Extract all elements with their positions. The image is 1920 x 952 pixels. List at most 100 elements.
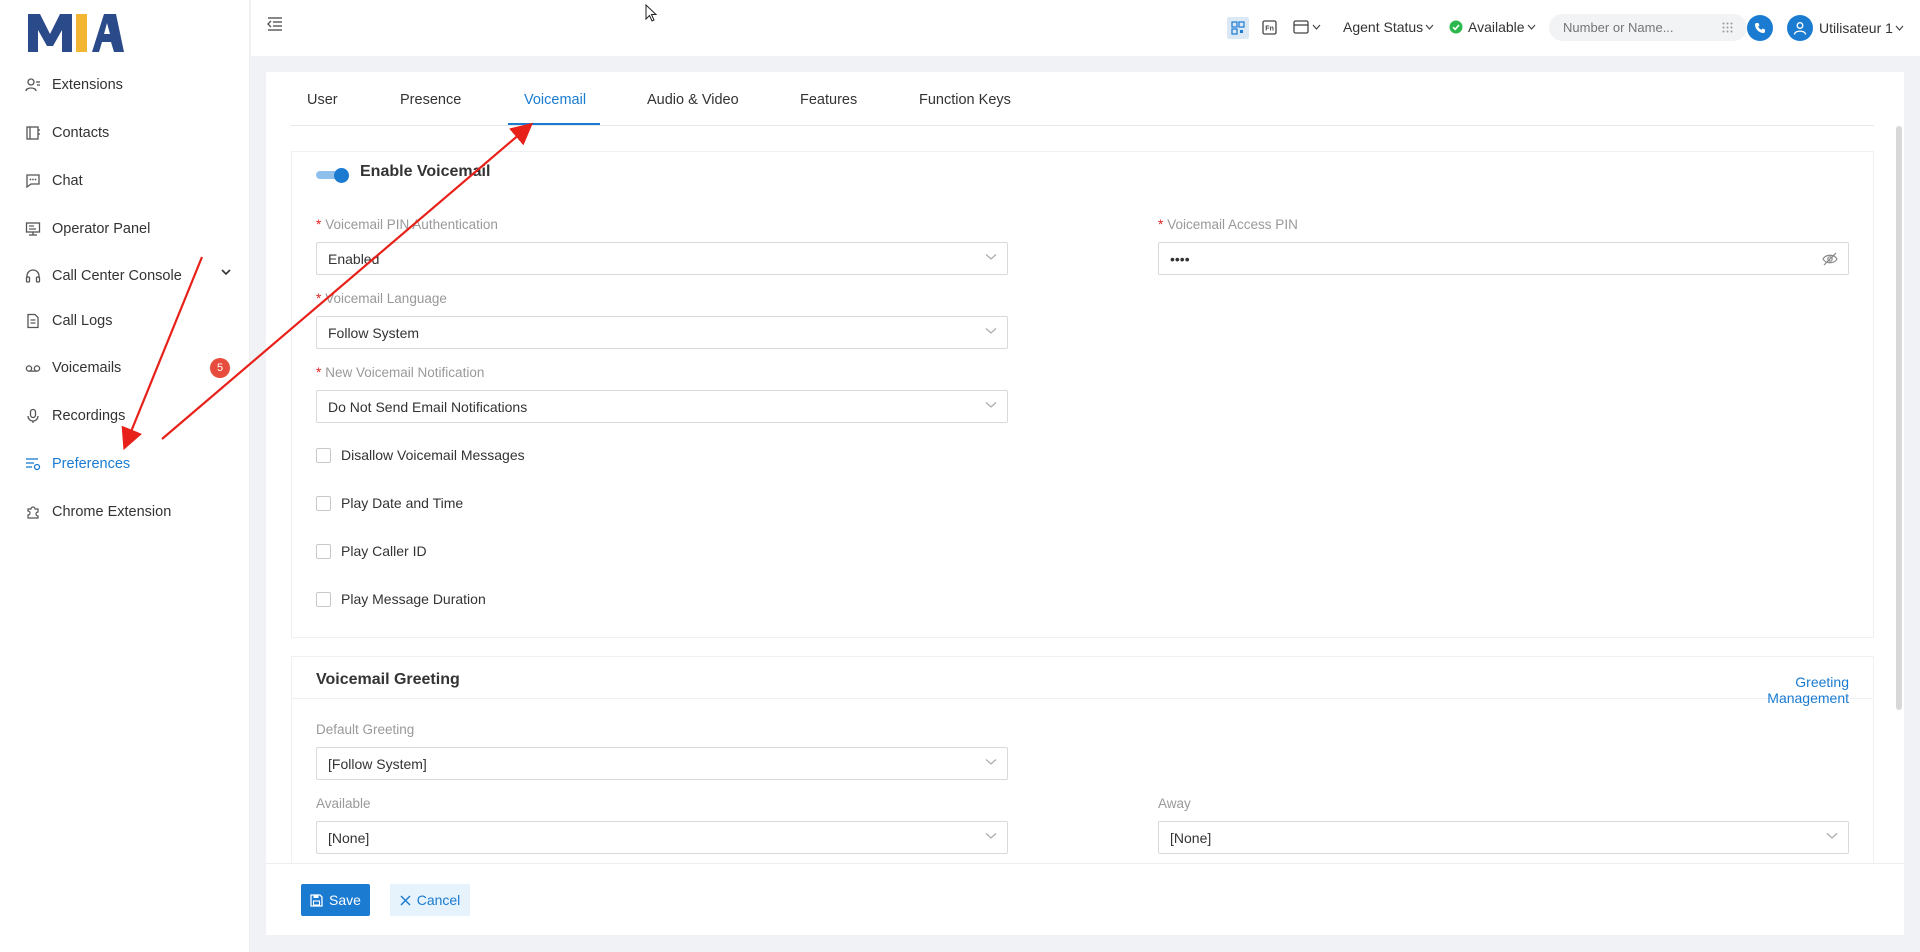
access-pin-field[interactable]: •••• [1158, 242, 1849, 275]
call-button[interactable] [1747, 15, 1773, 41]
active-tab-indicator [508, 123, 600, 125]
puzzle-icon [25, 504, 41, 520]
access-pin-label: * Voicemail Access PIN [1158, 217, 1298, 232]
chevron-down-icon [985, 254, 997, 260]
form-footer [266, 863, 1904, 935]
language-value: Follow System [328, 324, 420, 341]
disallow-messages-checkbox[interactable]: Disallow Voicemail Messages [316, 447, 525, 463]
top-bar: Fn Agent Status Available Utilisateur 1 [251, 0, 1920, 56]
available-greeting-select[interactable]: [None] [316, 821, 1008, 854]
save-disk-icon [310, 893, 323, 907]
sidebar-item-operator-panel[interactable]: Operator Panel [25, 218, 150, 240]
default-greeting-label: Default Greeting [316, 722, 415, 737]
user-menu[interactable]: Utilisateur 1 [1787, 15, 1904, 41]
notification-value: Do Not Send Email Notifications [328, 398, 528, 415]
document-icon [25, 313, 41, 329]
pin-auth-label: * Voicemail PIN Authentication [316, 217, 498, 232]
function-key-icon[interactable]: Fn [1262, 20, 1277, 38]
monitor-icon [25, 221, 41, 237]
checkbox-label: Play Caller ID [341, 543, 427, 559]
enable-voicemail-toggle[interactable] [316, 168, 350, 183]
access-pin-value: •••• [1170, 250, 1190, 267]
notification-label: * New Voicemail Notification [316, 365, 485, 380]
tab-user[interactable]: User [307, 92, 338, 108]
tab-presence[interactable]: Presence [400, 92, 461, 108]
sidebar-item-label: Recordings [52, 408, 126, 424]
qr-code-icon[interactable] [1227, 17, 1249, 39]
search-input[interactable] [1563, 19, 1713, 36]
play-caller-id-checkbox[interactable]: Play Caller ID [316, 543, 427, 559]
checkbox-label: Play Date and Time [341, 495, 464, 511]
divider [291, 698, 1874, 699]
chevron-down-icon [985, 833, 997, 839]
away-greeting-select[interactable]: [None] [1158, 821, 1849, 854]
checkbox[interactable] [316, 591, 331, 607]
chevron-down-icon [1895, 25, 1904, 31]
save-label: Save [329, 892, 361, 908]
play-date-time-checkbox[interactable]: Play Date and Time [316, 495, 463, 511]
mia-logo[interactable] [26, 8, 124, 54]
save-button[interactable]: Save [301, 884, 370, 916]
content-scrollbar[interactable] [1896, 126, 1902, 710]
cancel-button[interactable]: Cancel [390, 884, 470, 916]
dialpad-icon[interactable] [1722, 22, 1733, 33]
sidebar-item-label: Voicemails [52, 360, 122, 376]
checkbox[interactable] [316, 543, 331, 559]
pin-auth-value: Enabled [328, 250, 380, 267]
play-message-duration-checkbox[interactable]: Play Message Duration [316, 591, 486, 607]
sidebar-item-chat[interactable]: Chat [25, 170, 83, 192]
mouse-cursor-icon [645, 4, 658, 22]
agent-status-dropdown[interactable]: Agent Status [1343, 19, 1434, 35]
microphone-icon [25, 408, 41, 424]
sidebar-item-label: Preferences [52, 456, 131, 472]
dial-search-box [1549, 14, 1747, 41]
user-icon [1793, 22, 1807, 35]
language-label: * Voicemail Language [316, 291, 447, 306]
tab-function-keys[interactable]: Function Keys [919, 92, 1011, 108]
available-greeting-label: Available [316, 796, 371, 811]
sidebar-item-call-logs[interactable]: Call Logs [25, 310, 112, 332]
checkbox[interactable] [316, 495, 331, 511]
notification-select[interactable]: Do Not Send Email Notifications [316, 390, 1008, 423]
sidebar-item-label: Operator Panel [52, 221, 151, 237]
sidebar-item-call-center-console[interactable]: Call Center Console [25, 265, 182, 287]
greeting-management-link[interactable]: Greeting Management [1710, 674, 1849, 706]
chevron-down-icon [985, 759, 997, 765]
user-list-icon [25, 77, 41, 93]
chevron-down-icon [985, 402, 997, 408]
chevron-down-icon [1527, 24, 1536, 30]
window-layout-dropdown[interactable] [1293, 20, 1321, 34]
headset-icon [25, 268, 41, 284]
language-select[interactable]: Follow System [316, 316, 1008, 349]
settings-list-icon [25, 456, 41, 472]
pin-auth-select[interactable]: Enabled [316, 242, 1008, 275]
default-greeting-select[interactable]: [Follow System] [316, 747, 1008, 780]
sidebar-item-preferences[interactable]: Preferences [25, 453, 130, 475]
voicemail-icon [25, 360, 41, 376]
eye-hidden-icon[interactable] [1822, 252, 1838, 266]
checkbox[interactable] [316, 447, 331, 463]
contacts-book-icon [25, 125, 41, 141]
away-greeting-label: Away [1158, 796, 1191, 811]
close-icon [400, 895, 411, 905]
sidebar-item-label: Extensions [52, 77, 123, 93]
tab-features[interactable]: Features [800, 92, 857, 108]
chevron-down-icon[interactable] [221, 268, 231, 276]
preferences-tabs: User Presence Voicemail Audio & Video Fe… [291, 78, 1874, 126]
presence-label: Available [1468, 19, 1525, 35]
sidebar-item-label: Call Center Console [52, 268, 182, 284]
enable-voicemail-label: Enable Voicemail [360, 163, 491, 180]
avatar [1787, 15, 1813, 41]
phone-icon [1755, 23, 1765, 33]
sidebar-item-chrome-extension[interactable]: Chrome Extension [25, 501, 171, 523]
svg-text:Fn: Fn [1265, 26, 1274, 33]
tab-audio-video[interactable]: Audio & Video [647, 92, 739, 108]
sidebar: Extensions Contacts Chat Operator Panel … [0, 0, 250, 952]
collapse-menu-icon[interactable] [267, 17, 283, 31]
sidebar-item-voicemails[interactable]: Voicemails [25, 357, 121, 379]
sidebar-item-recordings[interactable]: Recordings [25, 405, 125, 427]
sidebar-item-contacts[interactable]: Contacts [25, 122, 109, 144]
presence-dropdown[interactable]: Available [1449, 19, 1536, 35]
sidebar-item-extensions[interactable]: Extensions [25, 74, 123, 96]
tab-voicemail[interactable]: Voicemail [524, 92, 586, 108]
